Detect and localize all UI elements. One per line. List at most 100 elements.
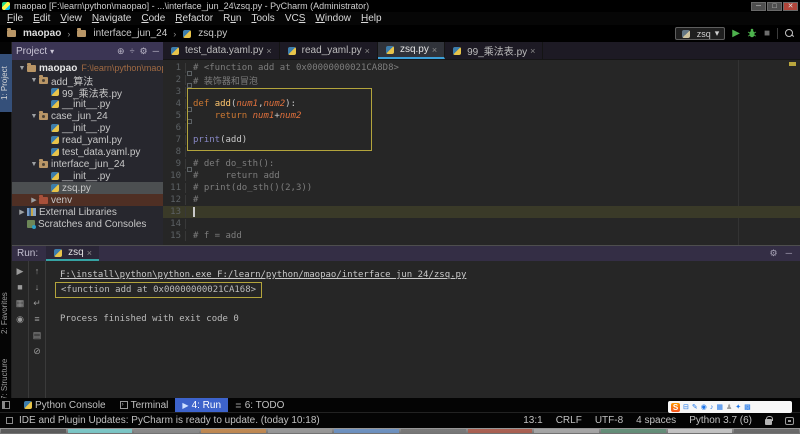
expand-arrow-icon[interactable]: ▼ [30,77,38,84]
pin-tab-icon[interactable]: ◉ [16,315,24,324]
emoji-icon[interactable]: ◉ [701,403,707,412]
collapse-arrow-icon[interactable]: ▶ [30,196,38,204]
tool-window-python-console[interactable]: Python Console [17,398,113,412]
line-ending-widget[interactable]: CRLF [556,415,582,426]
collapse-all-icon[interactable]: ÷ [130,46,135,56]
code-line-6[interactable]: 6 [163,122,800,134]
code-line-11[interactable]: 11# print(do_sth()(2,3)) [163,182,800,194]
code-line-10[interactable]: 10# return add [163,170,800,182]
encoding-widget[interactable]: UTF-8 [595,415,623,426]
tree-item-venv[interactable]: ▶venv [12,194,163,206]
expand-arrow-icon[interactable]: ▼ [18,65,26,72]
account-icon[interactable]: ♟ [726,403,732,412]
menu-code[interactable]: Code [136,13,170,24]
sogou-logo-icon[interactable]: S [671,403,680,412]
run-console[interactable]: F:\install\python\python.exe F:/learn/py… [46,261,800,398]
minimize-window-button[interactable]: ─ [751,2,766,11]
code-line-15[interactable]: 15# f = add [163,230,800,242]
code-line-8[interactable]: 8 [163,146,800,158]
collapse-arrow-icon[interactable]: ▶ [18,208,26,216]
print-icon[interactable]: ▤ [33,331,42,340]
tool-window-terminal[interactable]: ›Terminal [113,398,176,412]
down-stack-trace-icon[interactable]: ↓ [35,283,40,292]
hide-panel-icon[interactable]: ─ [786,248,792,259]
close-tab-icon[interactable]: × [365,46,370,56]
close-tab-icon[interactable]: × [530,46,535,56]
code-editor[interactable]: 1# <function add at 0x00000000021CA8D8> … [163,60,800,245]
expand-arrow-icon[interactable]: ▼ [30,161,38,168]
tool-window-todo[interactable]: ≣6: TODO [228,398,291,412]
lock-icon[interactable] [765,419,772,425]
menu-navigate[interactable]: Navigate [87,13,136,24]
stop-button[interactable]: ■ [17,283,22,292]
close-tab-icon[interactable]: × [432,45,437,55]
menu-vcs[interactable]: VCS [280,13,311,24]
tree-item-interface-jun-24[interactable]: ▼interface_jun_24 [12,158,163,170]
fold-icon[interactable] [187,119,192,124]
close-window-button[interactable]: ✕ [783,2,798,11]
clear-console-icon[interactable]: ⊘ [33,347,41,356]
code-line-4[interactable]: 4def add(num1,num2): [163,98,800,110]
tab-read-yaml-py[interactable]: read_yaml.py× [280,42,378,59]
tool-window-tab-project[interactable]: 1: Project [0,54,12,112]
handwriting-icon[interactable]: ✎ [692,403,698,412]
tree-item-external-libraries[interactable]: ▶External Libraries [12,206,163,218]
locate-file-icon[interactable]: ⊕ [117,46,125,57]
restore-layout-icon[interactable]: ▦ [16,299,25,308]
maximize-window-button[interactable]: □ [767,2,782,11]
menu-window[interactable]: Window [310,13,356,24]
voice-input-icon[interactable]: ♪ [710,403,714,412]
tab-zsq-py-active[interactable]: zsq.py× [378,42,445,59]
close-tab-icon[interactable]: × [266,46,271,56]
tree-item-init-py[interactable]: __init__.py [12,98,163,110]
gear-icon[interactable]: ⚙ [140,46,148,57]
gear-icon[interactable]: ⚙ [770,248,778,259]
fold-icon[interactable] [187,71,192,76]
tree-item-scratches[interactable]: Scratches and Consoles [12,218,163,230]
keyboard-icon[interactable]: ▦ [716,403,723,412]
search-everywhere-icon[interactable] [785,29,794,38]
menu-run[interactable]: Run [218,13,246,24]
breadcrumb-interface-jun-24[interactable]: interface_jun_24 [93,28,167,39]
ime-mode-icon[interactable]: ⊟ [683,403,689,412]
fold-icon[interactable] [187,167,192,172]
event-log-icon[interactable] [785,417,794,425]
hide-panel-icon[interactable]: ─ [153,46,159,56]
tree-item-init-py[interactable]: __init__.py [12,170,163,182]
code-line-1[interactable]: 1# <function add at 0x00000000021CA8D8> [163,62,800,74]
status-toggle-icon[interactable] [6,417,13,424]
menu-help[interactable]: Help [356,13,387,24]
code-line-2[interactable]: 2# 装饰器和冒泡 [163,74,800,86]
menu-file[interactable]: File [2,13,28,24]
code-line-3[interactable]: 3 [163,86,800,98]
debug-button[interactable] [747,25,757,43]
stop-button[interactable]: ■ [764,29,770,39]
up-stack-trace-icon[interactable]: ↑ [35,267,40,276]
toolbox-icon[interactable]: ✦ [735,403,741,412]
status-message[interactable]: IDE and Plugin Updates: PyCharm is ready… [19,415,320,426]
menu-refactor[interactable]: Refactor [170,13,218,24]
tool-window-toggle-icon[interactable] [2,401,10,409]
scroll-to-end-icon[interactable]: ≡ [34,315,39,324]
code-line-12[interactable]: 12# [163,194,800,206]
soft-wrap-icon[interactable]: ↵ [33,299,41,308]
tree-item-init-py[interactable]: __init__.py [12,122,163,134]
indent-widget[interactable]: 4 spaces [636,415,676,426]
code-line-13-caret[interactable]: 13 [163,206,800,218]
fold-icon[interactable] [187,83,192,88]
tool-window-run-active[interactable]: ▶4: Run [175,398,228,412]
run-configuration-select[interactable]: zsq ▾ [675,27,726,40]
grid-menu-icon[interactable]: ▩ [744,403,751,412]
run-tab-zsq[interactable]: zsq × [46,246,99,261]
rerun-button[interactable]: ▶ [17,267,24,276]
code-line-7[interactable]: 7print(add) [163,134,800,146]
code-line-5[interactable]: 5 return num1+num2 [163,110,800,122]
project-panel-title[interactable]: Project [16,46,47,57]
code-line-9[interactable]: 9# def do_sth(): [163,158,800,170]
tree-item-read-yaml-py[interactable]: read_yaml.py [12,134,163,146]
close-tab-icon[interactable]: × [87,248,92,258]
menu-tools[interactable]: Tools [246,13,279,24]
run-button[interactable]: ▶ [732,29,740,39]
tree-item-case-jun-24[interactable]: ▼case_jun_24 [12,110,163,122]
tree-item-zsq-py-selected[interactable]: zsq.py [12,182,163,194]
